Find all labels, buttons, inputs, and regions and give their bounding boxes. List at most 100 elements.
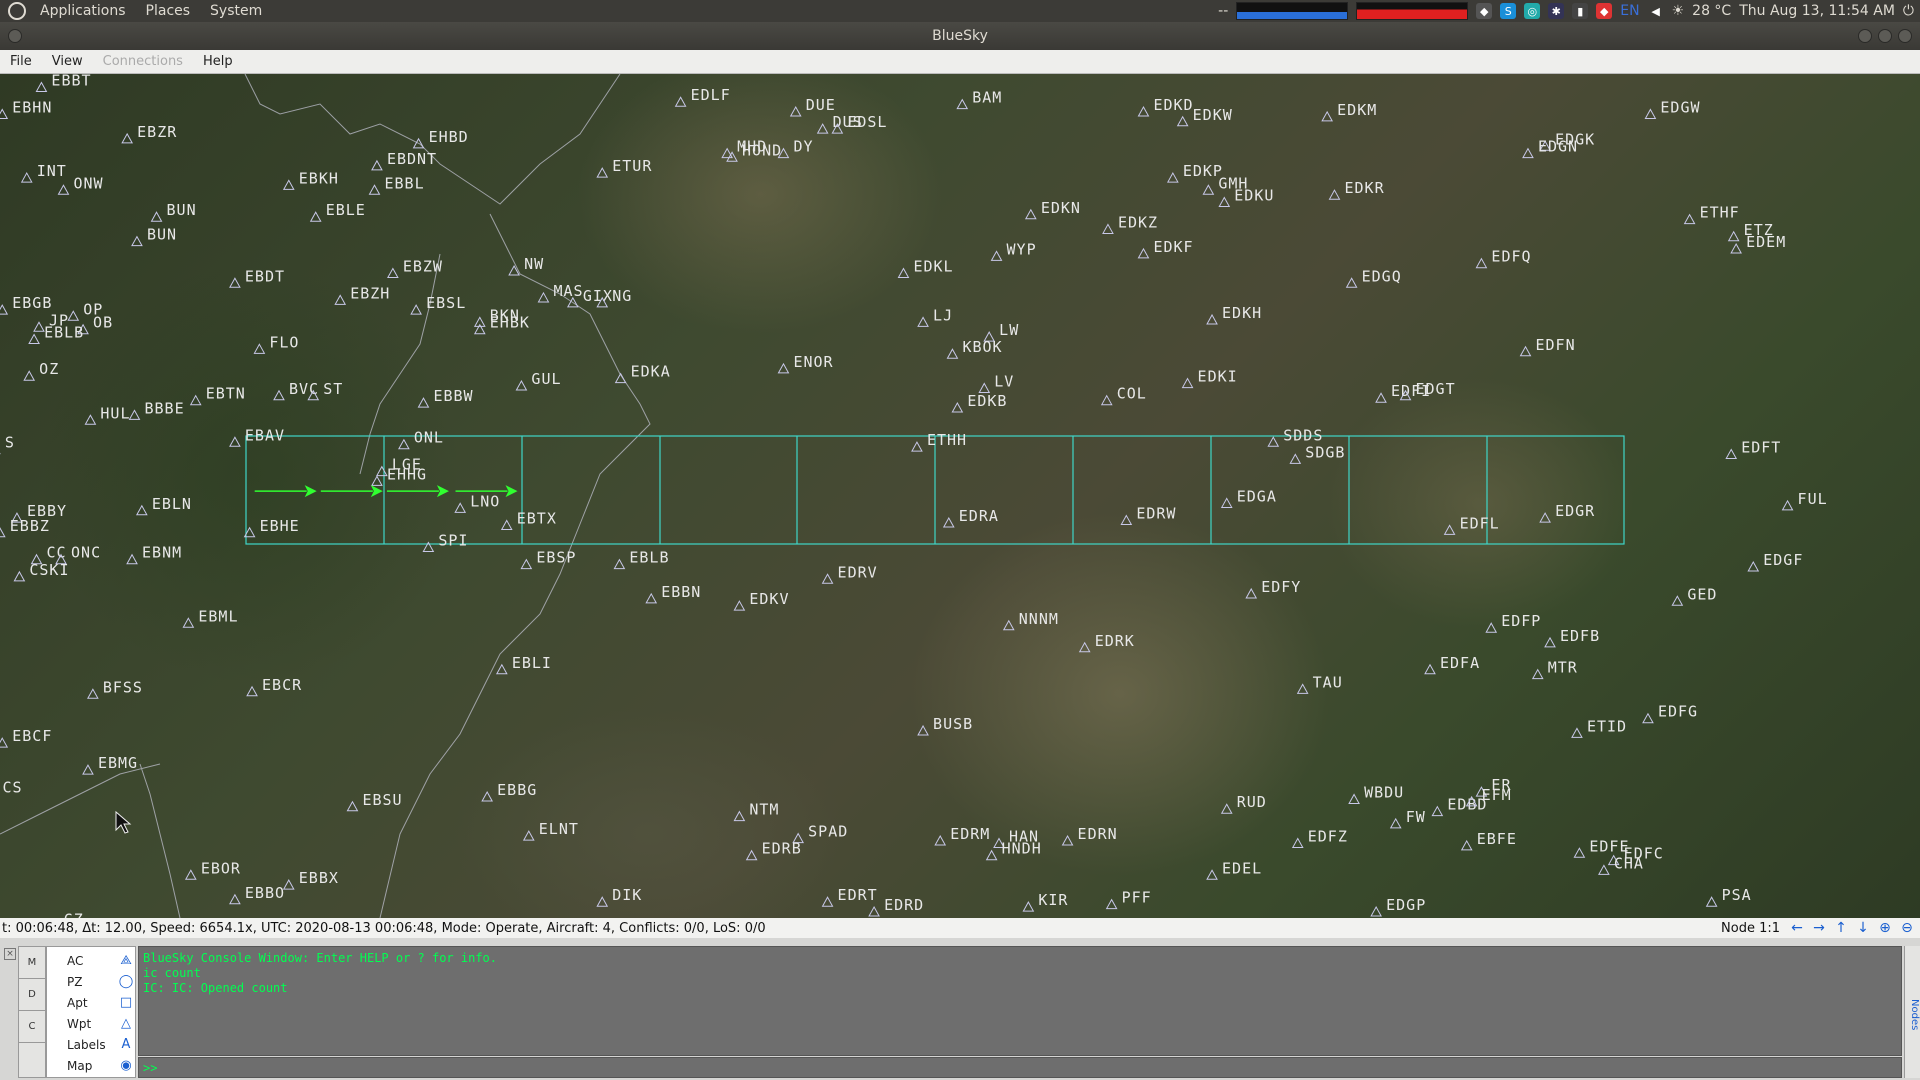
pan-right-icon[interactable]: → [1810, 920, 1828, 936]
tab-c[interactable]: C [19, 1011, 45, 1043]
maximize-button[interactable] [1878, 29, 1892, 43]
pan-left-icon[interactable]: ← [1788, 920, 1806, 936]
layer-toggle-pz[interactable]: PZ ◯ [47, 972, 137, 993]
waypoint-triangle-icon [508, 265, 520, 276]
waypoint-label: COL [1117, 385, 1147, 403]
waypoint: EBLI [495, 654, 551, 675]
waypoint: EBCF [0, 727, 51, 748]
waypoint: MAS [537, 282, 583, 303]
waypoint: EDRT [821, 886, 877, 907]
network-graph[interactable] [1236, 2, 1349, 20]
dock-close-icon[interactable]: × [4, 948, 16, 960]
waypoint-label: HNDH [1002, 840, 1042, 858]
layer-toggle-apt[interactable]: Apt □ [47, 993, 137, 1014]
map-icon[interactable]: ◉ [118, 1058, 134, 1074]
temperature[interactable]: 28 °C [1692, 3, 1731, 19]
waypoint-label: EDLF [691, 86, 731, 104]
waypoint: PSA [1705, 886, 1752, 907]
waypoint-triangle-icon [1730, 242, 1742, 254]
menu-places[interactable]: Places [136, 3, 201, 19]
aircraft-icon[interactable]: ⟁ [118, 953, 134, 969]
waypoint: S [0, 434, 14, 455]
waypoint-triangle-icon [868, 905, 880, 917]
pan-up-icon[interactable]: ↑ [1832, 920, 1850, 936]
close-button[interactable] [1898, 29, 1912, 43]
waypoint-triangle-icon [1328, 189, 1341, 200]
aircraft-symbol[interactable] [320, 485, 383, 498]
waypoint-label: EDKH [1222, 304, 1262, 322]
dropbox-icon[interactable]: ◆ [1476, 3, 1493, 19]
waypoint-triangle-icon [1078, 641, 1091, 653]
layer-toggle-labels[interactable]: Labels A [47, 1035, 137, 1056]
zoom-in-icon[interactable]: ⊕ [1876, 920, 1894, 936]
alert-icon[interactable]: ◆ [1596, 3, 1613, 19]
waypoint: EBOR [184, 859, 240, 880]
waypoint-triangle-icon [229, 893, 241, 905]
waypoint-label: MTR [1548, 659, 1578, 677]
waypoint: EBKH [282, 169, 338, 190]
layer-toggle-map[interactable]: Map ◉ [47, 1056, 137, 1077]
cpu-graph[interactable] [1356, 2, 1469, 20]
pan-down-icon[interactable]: ↓ [1854, 920, 1872, 936]
waypoint-triangle-icon [500, 519, 513, 530]
skype-icon[interactable]: S [1500, 3, 1517, 19]
waypoint: EDRM [934, 825, 989, 846]
minimize-button[interactable] [1858, 29, 1872, 43]
layer-toggle-ac[interactable]: AC ⟁ [47, 951, 137, 972]
power-icon[interactable]: ⏻ [1903, 3, 1914, 19]
menu-file[interactable]: File [0, 54, 42, 69]
window-menu-button[interactable] [8, 29, 22, 43]
waypoint-triangle-icon [721, 147, 733, 159]
layer-label: PZ [67, 975, 83, 989]
menu-system[interactable]: System [200, 3, 272, 19]
waypoint-label: OB [93, 314, 113, 332]
waypoint-triangle-icon [1202, 184, 1215, 195]
radar-canvas[interactable]: EBBTEBHNEBZREDLFDUEDUSEDSLBAM EDKDEDKW EDK… [0, 74, 1920, 918]
command-input[interactable]: >> [138, 1057, 1902, 1078]
waypoint-label: EBBX [299, 869, 339, 887]
aircraft-symbol[interactable] [386, 485, 449, 498]
waypoint: EDKD [1137, 96, 1193, 117]
waypoint-triangle-icon [1176, 115, 1189, 127]
layer-toggle-wpt[interactable]: Wpt △ [47, 1014, 137, 1035]
waypoint-label: EHBD [429, 128, 469, 146]
tab-d[interactable]: D [19, 979, 45, 1011]
waypoint-label: EBFE [1477, 830, 1517, 848]
waypoint-triangle-icon [515, 379, 528, 391]
bluetooth-icon[interactable]: ✱ [1548, 3, 1565, 19]
aircraft-symbol[interactable] [254, 485, 317, 498]
waypoint: CHA [1598, 854, 1643, 875]
tab-m[interactable]: M [19, 947, 45, 979]
waypoint-triangle-icon [1573, 847, 1586, 858]
language-indicator[interactable]: EN [1620, 3, 1639, 19]
volume-icon[interactable]: ◀ [1648, 3, 1664, 19]
waypoint: LV [978, 372, 1013, 393]
waypoint-label: SPAD [808, 823, 848, 841]
radar-display[interactable]: EBBT EBHN EBZR EDLF DUE DUS EDSL BAM EDKD EDKW EDK… [0, 74, 1920, 918]
waypoint-triangle-icon [368, 184, 381, 195]
airport-icon[interactable]: □ [118, 995, 134, 1011]
waypoint-triangle-icon [1220, 497, 1233, 508]
labels-icon[interactable]: A [118, 1037, 134, 1053]
protected-zone-icon[interactable]: ◯ [118, 974, 134, 990]
waypoint: EDFL [1443, 514, 1499, 535]
waypoint-label: OZ [39, 360, 59, 378]
waypoint-label: EBSL [426, 294, 466, 312]
zoom-out-icon[interactable]: ⊖ [1898, 920, 1916, 936]
ubuntu-logo-icon[interactable] [8, 2, 26, 20]
menu-view[interactable]: View [42, 54, 93, 69]
waypoint-label: EDGQ [1362, 267, 1402, 285]
waypoint-label: PSA [1722, 886, 1752, 904]
sync-icon[interactable]: ◎ [1524, 3, 1541, 19]
waypoint: MTR [1531, 659, 1578, 680]
window-titlebar[interactable]: BlueSky [0, 22, 1920, 50]
menu-help[interactable]: Help [193, 54, 243, 69]
waypoint-triangle-icon [1475, 257, 1488, 269]
clock[interactable]: Thu Aug 13, 11:54 AM [1739, 3, 1895, 19]
menu-applications[interactable]: Applications [30, 3, 136, 19]
nodes-tab[interactable]: Nodes [1904, 946, 1920, 1078]
signal-icon[interactable]: ▮ [1572, 3, 1589, 19]
waypoint-label: EFM [1482, 786, 1512, 804]
waypoint-icon[interactable]: △ [118, 1016, 134, 1032]
waypoint-label: INT [37, 162, 67, 180]
